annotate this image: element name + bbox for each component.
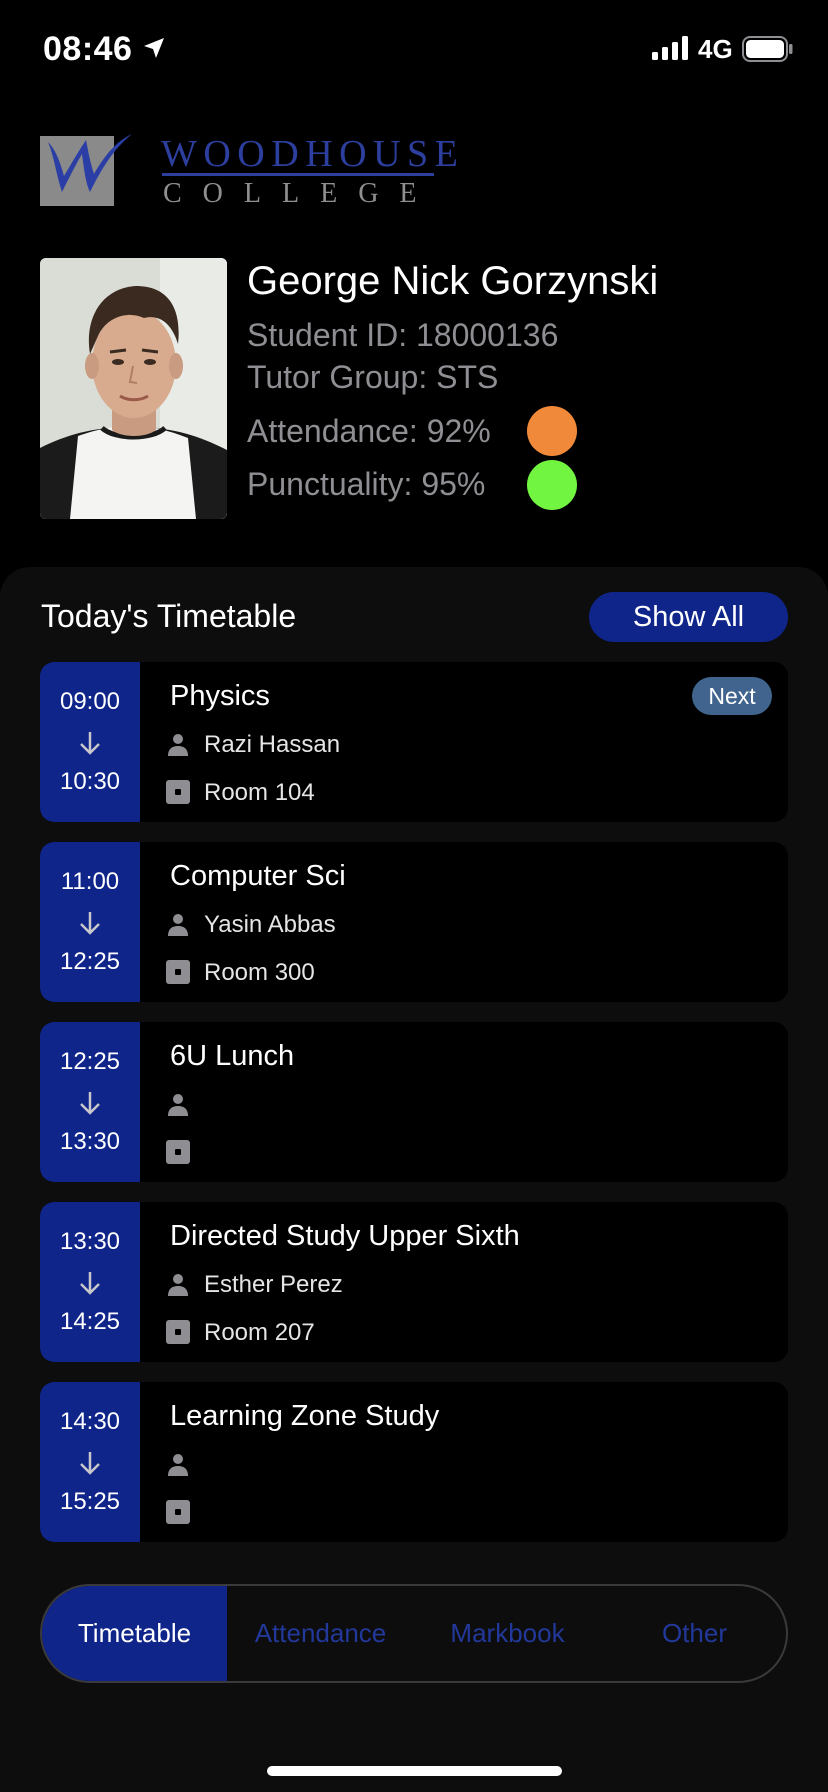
lesson-teacher: Yasin Abbas <box>204 911 336 938</box>
arrow-down-icon <box>80 912 100 935</box>
logo-divider <box>162 173 434 176</box>
attendance-status-dot <box>527 406 577 456</box>
signal-icon <box>652 36 688 60</box>
lesson-time-block: 11:00 12:25 <box>40 842 140 1002</box>
tab-timetable[interactable]: Timetable <box>42 1586 227 1681</box>
college-logo: WOODHOUSE COLLEGE <box>40 128 458 209</box>
logo-text-woodhouse: WOODHOUSE <box>161 133 465 175</box>
lesson-card[interactable]: 11:00 12:25 Computer Sci Yasin Abbas Roo… <box>40 842 788 1002</box>
home-indicator[interactable] <box>267 1766 562 1776</box>
woodhouse-w-logo-icon <box>40 134 132 206</box>
person-icon <box>168 1274 188 1296</box>
punctuality-stat: Punctuality: 95% <box>247 466 486 502</box>
tutor-group: Tutor Group: STS <box>247 359 499 395</box>
lesson-card[interactable]: 12:25 13:30 6U Lunch <box>40 1022 788 1182</box>
lesson-teacher: Esther Perez <box>204 1271 343 1298</box>
status-bar: 08:46 4G <box>0 0 828 100</box>
next-badge: Next <box>692 677 772 715</box>
battery-icon <box>742 36 793 62</box>
arrow-down-icon <box>80 1452 100 1475</box>
tab-other[interactable]: Other <box>601 1586 786 1681</box>
room-icon <box>166 780 190 804</box>
lesson-room: Room 207 <box>204 1319 315 1346</box>
lesson-start-time: 13:30 <box>59 1228 121 1255</box>
bottom-tab-bar: Timetable Attendance Markbook Other <box>40 1584 788 1683</box>
lesson-time-block: 13:30 14:25 <box>40 1202 140 1362</box>
lesson-end-time: 13:30 <box>59 1128 121 1155</box>
lesson-end-time: 10:30 <box>59 768 121 795</box>
room-icon <box>166 1320 190 1344</box>
attendance-stat: Attendance: 92% <box>247 413 491 449</box>
logo-text-college: COLLEGE <box>163 178 438 209</box>
punctuality-status-dot <box>527 460 577 510</box>
student-id: Student ID: 18000136 <box>247 317 559 353</box>
student-name: George Nick Gorzynski <box>247 259 659 303</box>
arrow-down-icon <box>80 1092 100 1115</box>
status-time: 08:46 <box>43 30 133 68</box>
person-icon <box>168 1094 188 1116</box>
timetable-title: Today's Timetable <box>41 598 297 634</box>
lesson-time-block: 12:25 13:30 <box>40 1022 140 1182</box>
lesson-subject: Physics <box>170 680 270 712</box>
person-icon <box>168 914 188 936</box>
lesson-subject: Learning Zone Study <box>170 1400 440 1432</box>
room-icon <box>166 1140 190 1164</box>
lesson-room: Room 104 <box>204 779 315 806</box>
lesson-start-time: 12:25 <box>59 1048 121 1075</box>
network-type: 4G <box>698 34 733 64</box>
lesson-start-time: 11:00 <box>60 868 120 895</box>
room-icon <box>166 960 190 984</box>
tab-attendance[interactable]: Attendance <box>227 1586 414 1681</box>
location-arrow-icon <box>144 38 164 58</box>
lesson-room: Room 300 <box>204 959 315 986</box>
lesson-end-time: 14:25 <box>59 1308 121 1335</box>
person-icon <box>168 734 188 756</box>
lesson-start-time: 09:00 <box>59 688 121 715</box>
show-all-button[interactable]: Show All <box>589 592 788 642</box>
lesson-subject: Directed Study Upper Sixth <box>170 1220 520 1252</box>
lesson-subject: 6U Lunch <box>170 1040 295 1072</box>
lesson-end-time: 12:25 <box>59 948 121 975</box>
arrow-down-icon <box>80 1272 100 1295</box>
lesson-card[interactable]: 13:30 14:25 Directed Study Upper Sixth E… <box>40 1202 788 1362</box>
room-icon <box>166 1500 190 1524</box>
tab-markbook[interactable]: Markbook <box>414 1586 601 1681</box>
lesson-subject: Computer Sci <box>170 860 346 892</box>
student-photo <box>40 258 227 519</box>
lesson-teacher: Razi Hassan <box>204 731 341 758</box>
lesson-time-block: 09:00 10:30 <box>40 662 140 822</box>
lesson-time-block: 14:30 15:25 <box>40 1382 140 1542</box>
lesson-card[interactable]: 09:00 10:30 Physics Next Razi Hassan Roo… <box>40 662 788 822</box>
person-icon <box>168 1454 188 1476</box>
lesson-card[interactable]: 14:30 15:25 Learning Zone Study <box>40 1382 788 1542</box>
lesson-end-time: 15:25 <box>59 1488 121 1515</box>
lesson-start-time: 14:30 <box>59 1408 121 1435</box>
arrow-down-icon <box>80 732 100 755</box>
